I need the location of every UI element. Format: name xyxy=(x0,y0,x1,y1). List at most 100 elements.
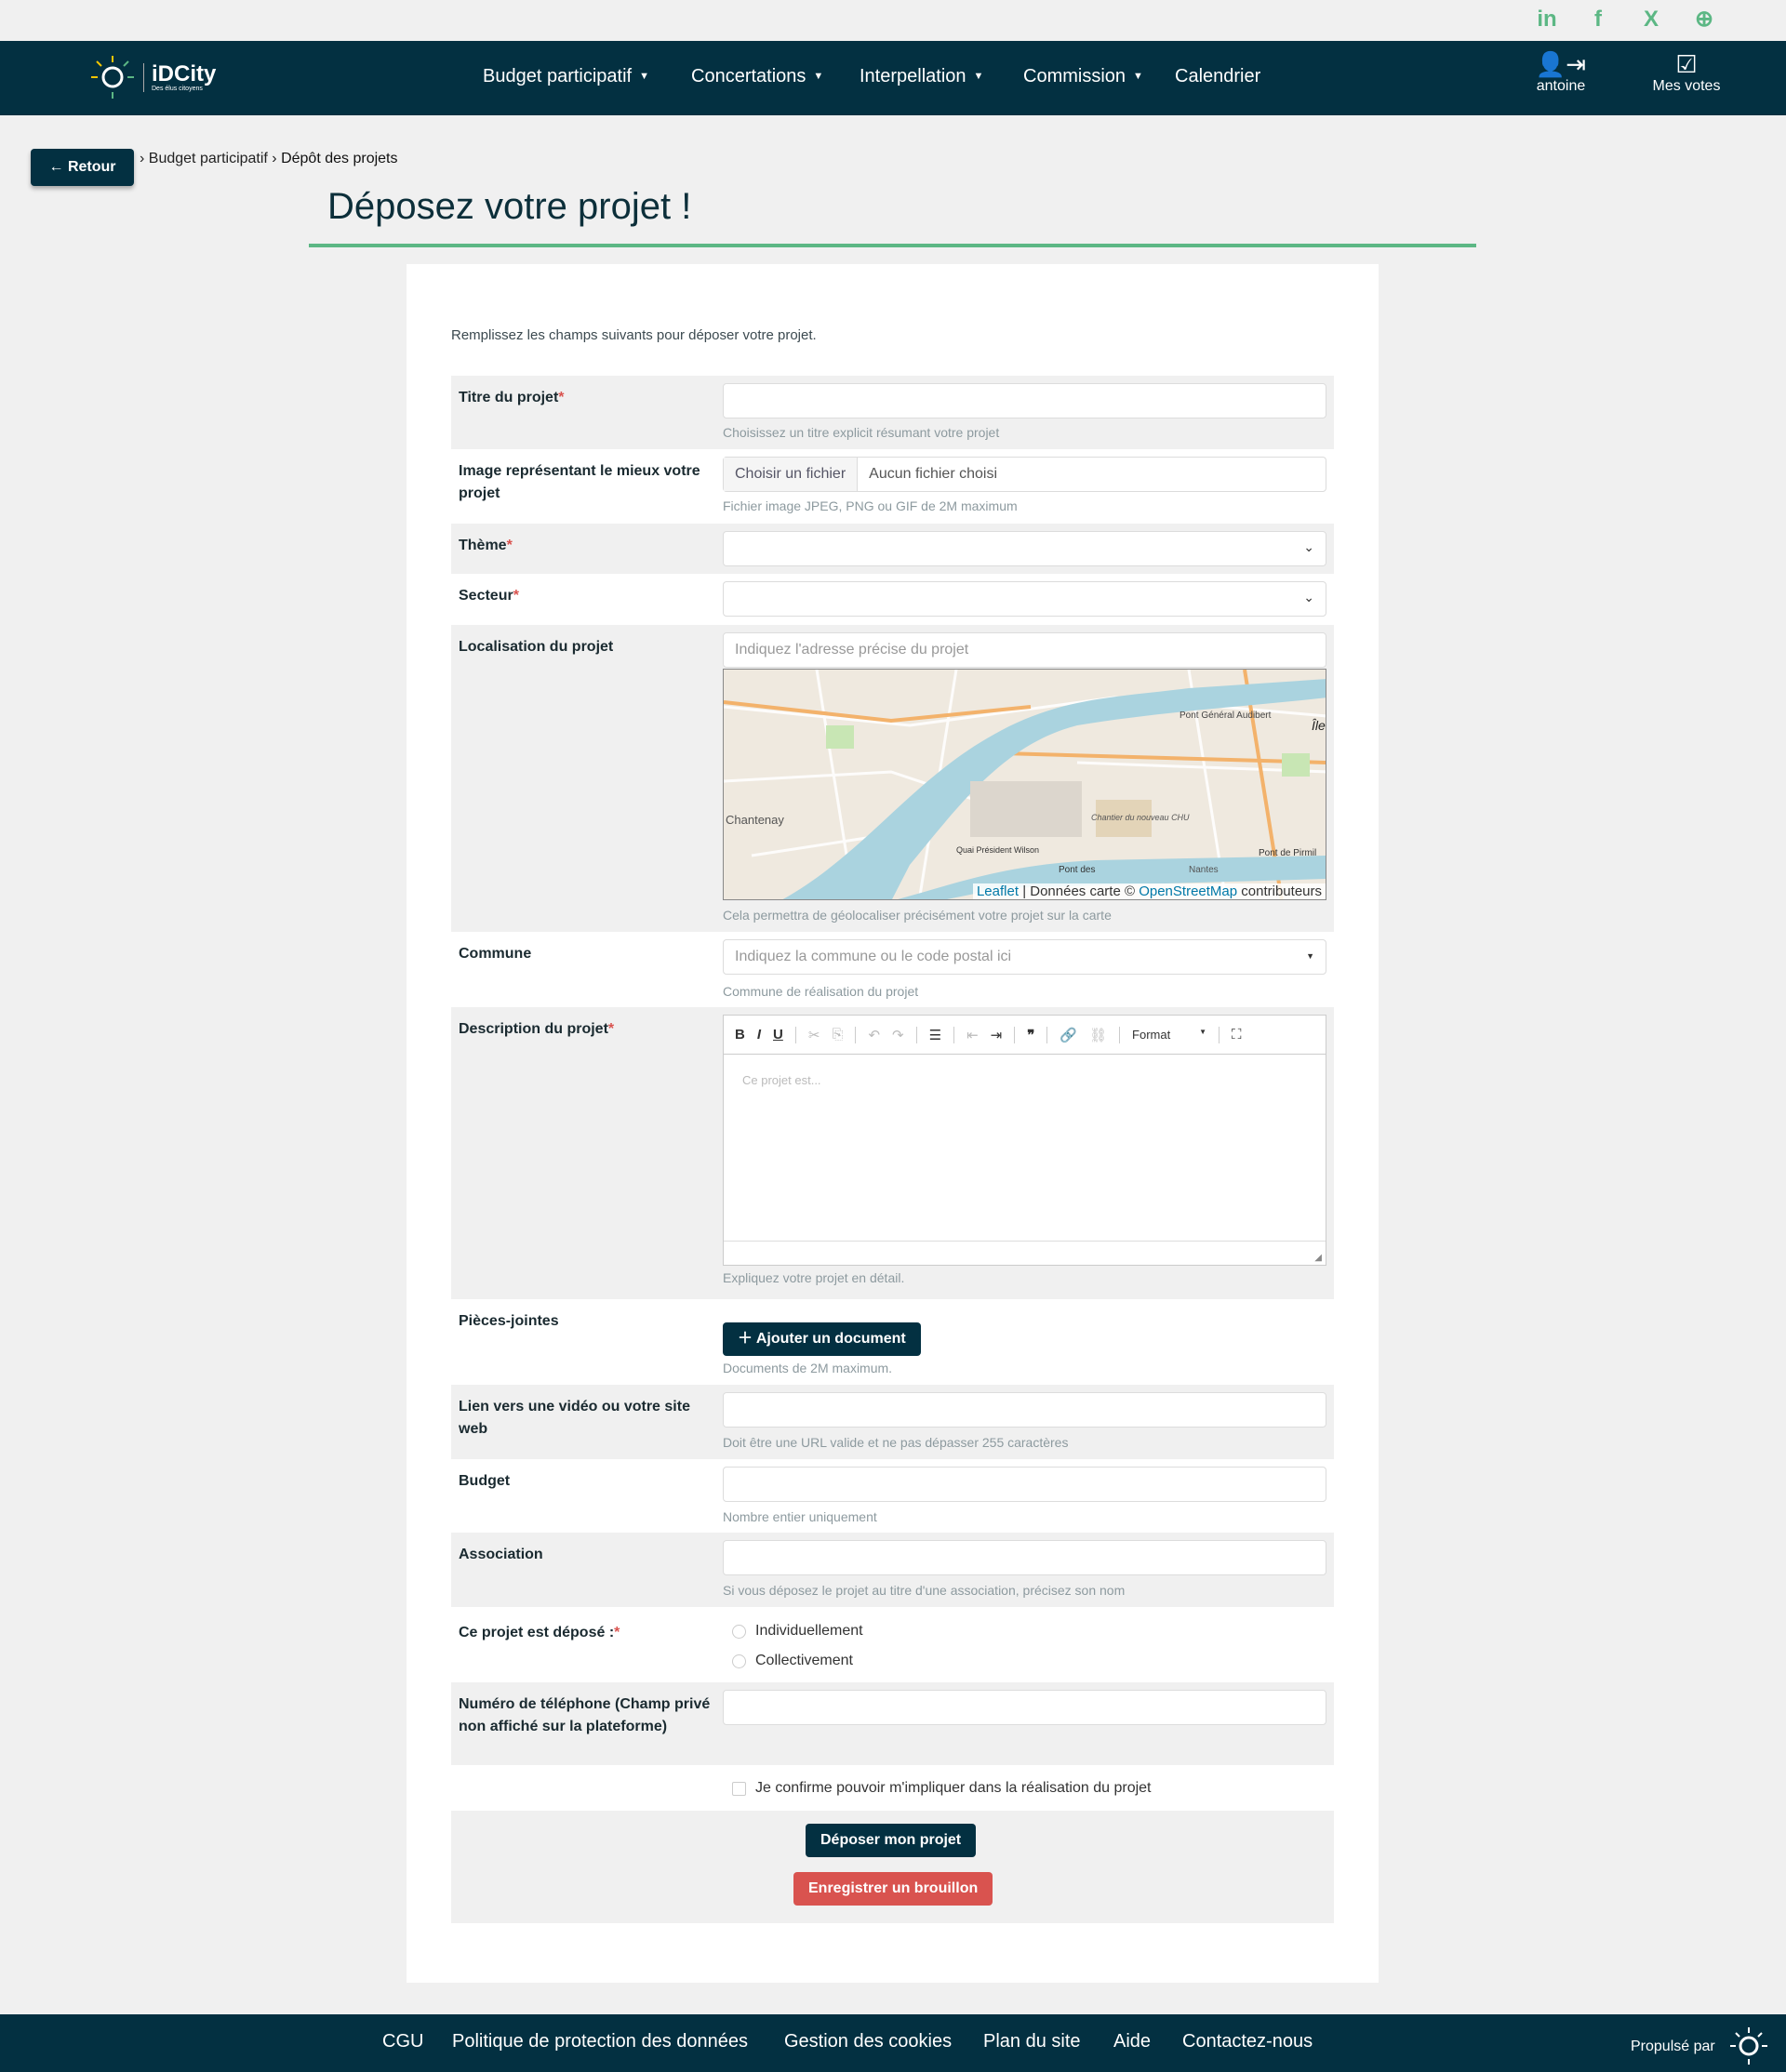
help-text: Doit être une URL valide et ne pas dépas… xyxy=(723,1435,1069,1450)
bullet-list-icon[interactable]: ☰ xyxy=(929,1027,941,1043)
logo-subtitle: Des élus citoyens xyxy=(152,85,203,92)
radio-individuellement[interactable]: Individuellement xyxy=(732,1623,863,1640)
powered-by: Propulsé par xyxy=(1631,2039,1715,2054)
map-attribution: Leaflet | Données carte © OpenStreetMap … xyxy=(972,883,1326,899)
unlink-icon[interactable]: ⛓ xyxy=(1089,1027,1107,1043)
editor-resize-bar: ◢ xyxy=(724,1241,1326,1265)
map-label: Pont Général Audibert xyxy=(1180,711,1272,721)
location-map[interactable]: Chantenay Pont Général Audibert Île Chan… xyxy=(723,669,1326,900)
link-icon[interactable]: 🔗 xyxy=(1060,1027,1077,1043)
outdent-icon[interactable]: ⇤ xyxy=(966,1027,979,1043)
footer: CGU Politique de protection des données … xyxy=(0,2014,1786,2072)
file-status: Aucun fichier choisi xyxy=(869,466,997,482)
footer-link-cookies[interactable]: Gestion des cookies xyxy=(784,2031,952,2052)
add-document-button[interactable]: ＋ Ajouter un document xyxy=(723,1322,921,1356)
logo[interactable]: iDCity Des élus citoyens xyxy=(89,54,216,100)
field-description: Description du projet* BIU ✂ ⎘ ↶ ↷ ☰ ⇤ ⇥ ❞ … xyxy=(451,1007,1334,1299)
help-text: Expliquez votre projet en détail. xyxy=(723,1270,905,1285)
nav-budget-participatif[interactable]: Budget participatif ▼ xyxy=(483,66,649,87)
ballot-check-icon: ☑ xyxy=(1675,50,1698,78)
indent-icon[interactable]: ⇥ xyxy=(991,1027,1003,1043)
redo-icon[interactable]: ↷ xyxy=(892,1027,904,1043)
submit-button[interactable]: Déposer mon projet xyxy=(806,1824,977,1857)
save-draft-button[interactable]: Enregistrer un brouillon xyxy=(793,1872,993,1906)
label: Association xyxy=(459,1547,543,1562)
field-localisation: Localisation du projet Indiquez l'adress… xyxy=(451,625,1334,932)
user-account-button[interactable]: 👤⇥ antoine xyxy=(1519,50,1603,95)
label: Image représentant le mieux votre projet xyxy=(459,463,700,501)
chevron-down-icon: ⌄ xyxy=(1303,590,1314,604)
x-icon[interactable]: X xyxy=(1637,6,1665,33)
description-editor[interactable]: BIU ✂ ⎘ ↶ ↷ ☰ ⇤ ⇥ ❞ 🔗 ⛓ Format ▼ ⛶ Ce projet… xyxy=(723,1015,1326,1266)
linkedin-icon[interactable]: in xyxy=(1533,6,1561,33)
titre-input[interactable] xyxy=(723,383,1326,418)
theme-select[interactable]: ⌄ xyxy=(723,531,1326,566)
help-text: Cela permettra de géolocaliser préciséme… xyxy=(723,908,1112,923)
address-input[interactable]: Indiquez l'adresse précise du projet xyxy=(723,632,1326,668)
resize-handle-icon[interactable]: ◢ xyxy=(1314,1253,1322,1263)
map-label: Nantes xyxy=(1189,865,1219,875)
idcity-logo-icon[interactable] xyxy=(1728,2026,1769,2066)
secteur-select[interactable]: ⌄ xyxy=(723,581,1326,617)
breadcrumb-current: Dépôt des projets xyxy=(281,151,398,166)
help-text: Commune de réalisation du projet xyxy=(723,984,919,999)
osm-link[interactable]: OpenStreetMap xyxy=(1139,883,1237,899)
copy-icon[interactable]: ⎘ xyxy=(832,1027,843,1043)
facebook-icon[interactable]: f xyxy=(1584,6,1612,33)
undo-icon[interactable]: ↶ xyxy=(868,1027,880,1043)
choose-file-button[interactable]: Choisir un fichier xyxy=(724,458,859,491)
logo-sun-icon xyxy=(91,56,134,99)
map-label: Quai Président Wilson xyxy=(956,845,1039,855)
footer-link-sitemap[interactable]: Plan du site xyxy=(983,2031,1081,2052)
footer-link-cgu[interactable]: CGU xyxy=(382,2031,423,2052)
field-telephone: Numéro de téléphone (Champ privé non aff… xyxy=(451,1682,1334,1765)
label: Ce projet est déposé :* xyxy=(459,1625,620,1640)
budget-input[interactable] xyxy=(723,1467,1326,1502)
telephone-input[interactable] xyxy=(723,1690,1326,1725)
caret-down-icon: ▼ xyxy=(1306,951,1314,961)
nav-interpellation[interactable]: Interpellation ▼ xyxy=(860,66,983,87)
form-actions: Déposer mon projet Enregistrer un brouil… xyxy=(451,1811,1334,1923)
lien-input[interactable] xyxy=(723,1392,1326,1428)
map-label: Chantier du nouveau CHU xyxy=(1091,813,1190,822)
commune-select[interactable]: Indiquez la commune ou le code postal ic… xyxy=(723,939,1326,975)
help-text: Fichier image JPEG, PNG ou GIF de 2M max… xyxy=(723,498,1018,513)
underline-icon[interactable]: U xyxy=(773,1027,783,1043)
logo-text: iDCity xyxy=(152,60,217,86)
image-file-input[interactable]: Choisir un fichier Aucun fichier choisi xyxy=(723,457,1326,492)
italic-icon[interactable]: I xyxy=(757,1027,761,1043)
globe-icon[interactable]: ⊕ xyxy=(1690,6,1718,33)
field-secteur: Secteur* ⌄ xyxy=(451,574,1334,625)
blockquote-icon[interactable]: ❞ xyxy=(1027,1027,1034,1043)
project-form: Titre du projet* Choisissez un titre exp… xyxy=(451,376,1334,1923)
label: Description du projet* xyxy=(459,1021,615,1037)
nav-commission[interactable]: Commission ▼ xyxy=(1023,66,1143,87)
editor-toolbar: BIU ✂ ⎘ ↶ ↷ ☰ ⇤ ⇥ ❞ 🔗 ⛓ Format ▼ ⛶ xyxy=(724,1016,1326,1055)
help-text: Choisissez un titre explicit résumant vo… xyxy=(723,425,1000,440)
back-button[interactable]: ← Retour xyxy=(31,149,134,186)
field-theme: Thème* ⌄ xyxy=(451,524,1334,574)
format-dropdown[interactable]: Format ▼ xyxy=(1132,1028,1206,1042)
bold-icon[interactable]: B xyxy=(735,1027,745,1043)
breadcrumb-budget[interactable]: Budget participatif xyxy=(149,151,268,166)
confirm-checkbox[interactable]: Je confirme pouvoir m'impliquer dans la … xyxy=(732,1780,1151,1797)
cut-icon[interactable]: ✂ xyxy=(808,1027,820,1043)
footer-link-privacy[interactable]: Politique de protection des données xyxy=(452,2031,748,2052)
mes-votes-label: Mes votes xyxy=(1652,78,1721,94)
footer-link-contact[interactable]: Contactez-nous xyxy=(1182,2031,1313,2052)
radio-collectivement[interactable]: Collectivement xyxy=(732,1653,853,1669)
nav-calendrier[interactable]: Calendrier xyxy=(1175,66,1260,87)
leaflet-link[interactable]: Leaflet xyxy=(977,883,1019,899)
main-header: iDCity Des élus citoyens Budget participa… xyxy=(0,41,1786,115)
maximize-icon[interactable]: ⛶ xyxy=(1232,1027,1242,1043)
nav-concertations[interactable]: Concertations ▼ xyxy=(691,66,823,87)
caret-down-icon: ▼ xyxy=(1133,71,1143,82)
mes-votes-button[interactable]: ☑ Mes votes xyxy=(1645,50,1728,95)
label: Lien vers une vidéo ou votre site web xyxy=(459,1399,690,1437)
arrow-left-icon: ← xyxy=(48,159,68,175)
association-input[interactable] xyxy=(723,1540,1326,1575)
form-card: Remplissez les champs suivants pour dépo… xyxy=(407,264,1379,1983)
field-budget: Budget Nombre entier uniquement xyxy=(451,1459,1334,1533)
footer-link-aide[interactable]: Aide xyxy=(1113,2031,1151,2052)
map-label: Île xyxy=(1312,718,1326,733)
